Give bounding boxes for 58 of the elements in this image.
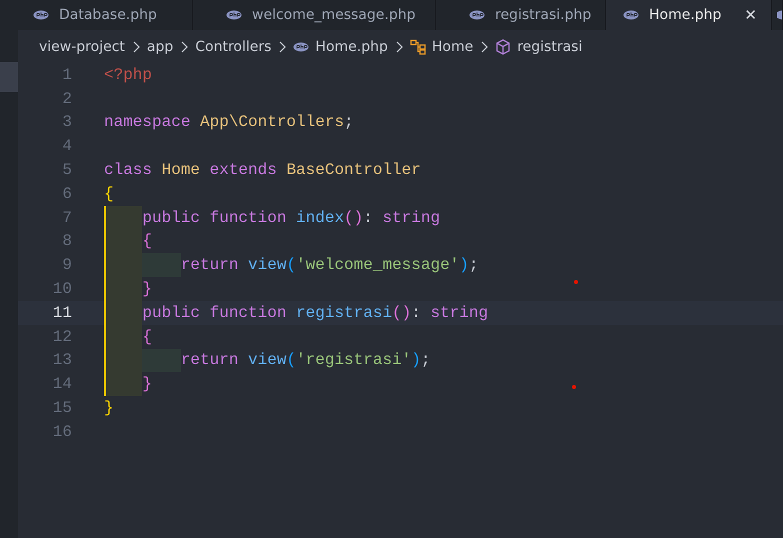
tab-label: welcome_message.php bbox=[252, 7, 416, 23]
php-file-icon bbox=[777, 10, 782, 20]
code-line: <?php bbox=[104, 64, 152, 86]
code-line: class Home extends BaseController bbox=[104, 160, 421, 182]
code-line: return view('registrasi'); bbox=[180, 350, 430, 372]
tab-label: Home.php bbox=[649, 7, 722, 23]
code-line: { bbox=[142, 326, 152, 348]
tab-label: Database.php bbox=[59, 7, 157, 23]
code-line: namespace App\Controllers; bbox=[104, 112, 354, 134]
close-icon[interactable]: ✕ bbox=[744, 6, 757, 24]
file-tab[interactable]: Home.php ✕ bbox=[606, 0, 772, 30]
code-line: public function registrasi(): string bbox=[142, 302, 488, 324]
cube-icon bbox=[495, 38, 512, 54]
line-number: 16 bbox=[52, 422, 72, 441]
code-line: { bbox=[104, 184, 114, 205]
chevron-right-icon bbox=[394, 40, 403, 52]
php-file-icon bbox=[293, 42, 310, 52]
line-number: 11 bbox=[52, 304, 72, 322]
sidebar-panel bbox=[0, 62, 18, 92]
breadcrumb-item[interactable]: app bbox=[146, 38, 174, 54]
chevron-right-icon bbox=[132, 40, 140, 52]
tab-label: registrasi.php bbox=[495, 7, 592, 23]
line-number: 8 bbox=[61, 232, 72, 250]
line-number: 14 bbox=[52, 375, 72, 394]
code-line: return view('welcome_message'); bbox=[180, 255, 478, 276]
breadcrumb-item[interactable]: view-project bbox=[39, 38, 125, 54]
chevron-right-icon bbox=[278, 40, 286, 52]
php-file-icon bbox=[33, 10, 49, 20]
code-line: } bbox=[104, 398, 114, 420]
line-number: 1 bbox=[61, 66, 72, 84]
breadcrumb-item[interactable]: Home.php bbox=[315, 38, 388, 54]
php-file-icon bbox=[226, 10, 242, 20]
line-number: 15 bbox=[52, 399, 72, 418]
line-number: 2 bbox=[61, 90, 72, 108]
code-line: } bbox=[142, 374, 152, 396]
line-number: 12 bbox=[52, 328, 72, 346]
file-tab[interactable]: welcome_message.php bbox=[193, 0, 436, 30]
line-number: 10 bbox=[52, 280, 72, 298]
marker-dot bbox=[572, 385, 576, 389]
code-line: { bbox=[142, 231, 152, 252]
line-number: 6 bbox=[61, 184, 72, 203]
line-number: 5 bbox=[61, 161, 72, 180]
chevron-right-icon bbox=[480, 40, 488, 52]
chevron-right-icon bbox=[180, 40, 188, 52]
line-number: 7 bbox=[61, 208, 72, 227]
breadcrumb-item[interactable]: Home bbox=[432, 38, 474, 54]
breadcrumb-item[interactable]: Controllers bbox=[195, 38, 272, 54]
code-line: public function index(): string bbox=[142, 208, 440, 229]
line-number: 4 bbox=[61, 137, 72, 156]
code-line: } bbox=[142, 279, 152, 300]
php-file-icon bbox=[623, 10, 639, 20]
line-number: 9 bbox=[61, 256, 72, 274]
php-file-icon bbox=[469, 10, 485, 20]
breadcrumb-item[interactable]: registrasi bbox=[517, 38, 582, 54]
line-number: 3 bbox=[61, 113, 72, 132]
marker-dot bbox=[574, 280, 578, 284]
class-icon bbox=[410, 38, 426, 54]
line-number: 13 bbox=[52, 351, 72, 370]
